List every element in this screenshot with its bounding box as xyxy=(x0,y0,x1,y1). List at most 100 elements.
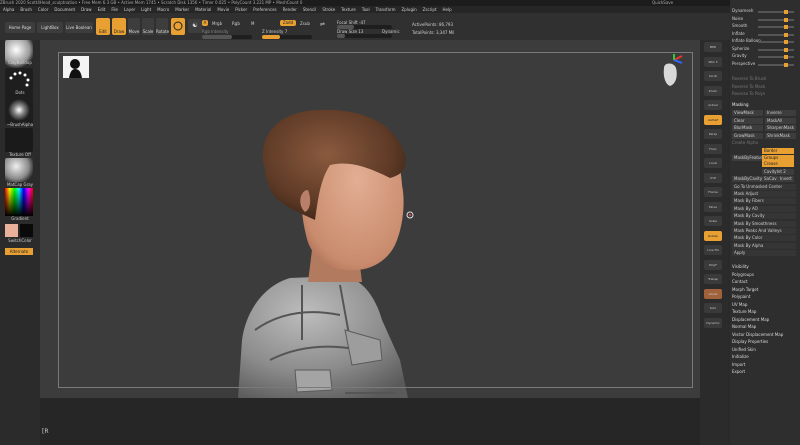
menu-item-document[interactable]: Document xyxy=(54,7,75,12)
shelf-xyz[interactable]: XYZ xyxy=(704,172,722,183)
sharpen-mask-button[interactable]: SharpenMask xyxy=(765,125,796,131)
sync-icon[interactable]: ⇌ xyxy=(320,21,325,28)
menu-item-color[interactable]: Color xyxy=(38,7,48,12)
subpalette-import[interactable]: Import xyxy=(732,362,798,368)
subpalette-vector-displacement-map[interactable]: Vector Displacement Map xyxy=(732,332,798,338)
rotate-button[interactable]: Rotate xyxy=(156,18,169,35)
m-toggle[interactable]: M xyxy=(251,21,254,26)
menu-item-macro[interactable]: Macro xyxy=(157,7,169,12)
shelf-bpr[interactable]: BPR xyxy=(704,42,722,52)
border-button[interactable]: Border xyxy=(762,148,794,154)
zsub-toggle[interactable]: Zsub xyxy=(300,21,310,26)
mask-by-smoothness-button[interactable]: Mask By Smoothness xyxy=(732,220,796,227)
subpalette-normal-map[interactable]: Normal Map xyxy=(732,324,798,330)
mask-by-alpha-button[interactable]: Mask By Alpha xyxy=(732,242,796,249)
menu-item-preferences[interactable]: Preferences xyxy=(253,7,277,12)
shelf-line-fill[interactable]: Line Fill xyxy=(704,245,722,255)
menu-item-light[interactable]: Light xyxy=(141,7,151,12)
shelf-spix-3[interactable]: SPix 3 xyxy=(704,56,722,67)
reverse-to-brush-button[interactable]: Reverse To Brush xyxy=(732,76,798,82)
deformation-dynamesh-slider[interactable] xyxy=(758,10,794,14)
move-button[interactable]: Move xyxy=(128,18,140,35)
shelf-actual[interactable]: Actual xyxy=(704,100,722,110)
reverse-to-polys-button[interactable]: Reverse To Polys xyxy=(732,91,798,97)
navigator-thumbnail[interactable] xyxy=(63,56,89,78)
home-page-button[interactable]: Home Page xyxy=(5,22,35,33)
rgb-toggle[interactable]: Rgb xyxy=(232,21,240,26)
shelf-scale[interactable]: Scale xyxy=(704,216,722,226)
menu-item-alpha[interactable]: Alpha xyxy=(3,7,14,12)
rgb-intensity-slider[interactable] xyxy=(202,35,252,39)
menu-item-stroke[interactable]: Stroke xyxy=(322,7,335,12)
shelf-ghost[interactable]: Ghost xyxy=(704,288,722,299)
shelf-move[interactable]: Move xyxy=(704,201,722,212)
reverse-to-mask-button[interactable]: Reverse To Mask xyxy=(732,84,798,90)
subpalette-morph-target[interactable]: Morph Target xyxy=(732,287,798,293)
shelf-local[interactable]: Local xyxy=(704,158,722,168)
shrink-mask-button[interactable]: ShrinkMask xyxy=(765,132,796,139)
cavity-intensity-slider[interactable]: CavityInt 2 xyxy=(762,169,794,175)
edit-button[interactable]: Edit xyxy=(96,18,110,35)
main-color-swatch[interactable] xyxy=(5,224,18,237)
symmetry-icon-button[interactable] xyxy=(171,18,185,35)
shelf-transp[interactable]: Transp xyxy=(704,274,722,284)
scale-button[interactable]: Scale xyxy=(142,18,154,35)
subpalette-initialize[interactable]: Initialize xyxy=(732,354,798,360)
deformation-smooth-slider[interactable] xyxy=(758,25,794,29)
deformation-inflate-slider[interactable] xyxy=(758,32,794,37)
menu-item-movie[interactable]: Movie xyxy=(217,7,229,12)
masking-section-title[interactable]: Masking xyxy=(732,102,798,108)
menu-item-zplugin[interactable]: Zplugin xyxy=(402,7,417,12)
subpalette-contact[interactable]: Contact xyxy=(732,279,798,285)
mask-by-cavity-button[interactable]: MaskByCavity xyxy=(732,175,762,182)
zadd-button[interactable]: Zadd xyxy=(280,20,296,26)
shelf-frame[interactable]: Frame xyxy=(704,187,722,197)
deformation-perspective-slider[interactable] xyxy=(758,62,794,67)
deformation-gravity-slider[interactable] xyxy=(758,55,794,59)
mask-by-fibers-button[interactable]: Mask By Fibers xyxy=(732,198,796,205)
shelf-polyf[interactable]: PolyF xyxy=(704,259,722,270)
mask-all-button[interactable]: MaskAll xyxy=(765,117,796,124)
mask-by-ao-button[interactable]: Mask By AO xyxy=(732,205,796,212)
menu-item-transform[interactable]: Transform xyxy=(376,7,396,12)
lightbox-button[interactable]: LightBox xyxy=(37,22,63,33)
a-button[interactable]: A xyxy=(202,20,208,26)
alternate-button[interactable]: Alternate xyxy=(5,248,33,255)
shelf-persp[interactable]: Persp xyxy=(704,129,722,139)
apply-button[interactable]: Apply xyxy=(732,250,796,257)
canvas-scroll-handle[interactable] xyxy=(345,392,395,394)
subpalette-export[interactable]: Export xyxy=(732,369,798,375)
subpalette-texture-map[interactable]: Texture Map xyxy=(732,309,798,315)
shelf-scroll[interactable]: Scroll xyxy=(704,71,722,81)
go-to-unmasked-center-button[interactable]: Go To Unmasked Center xyxy=(732,183,796,190)
color-picker[interactable] xyxy=(5,188,33,216)
inverse-button[interactable]: Inverse xyxy=(765,110,796,116)
menu-item-help[interactable]: Help xyxy=(443,7,452,12)
axis-gizmo-icon[interactable] xyxy=(650,54,686,92)
shelf-rotate[interactable]: Rotate xyxy=(704,230,722,241)
menu-item-render[interactable]: Render xyxy=(283,7,297,12)
alpha-thumbnail[interactable] xyxy=(5,96,33,124)
grow-mask-button[interactable]: GrowMask xyxy=(732,132,763,139)
shelf-zoom[interactable]: Zoom xyxy=(704,85,722,96)
texture-thumbnail[interactable] xyxy=(5,128,33,152)
subpalette-polypaint[interactable]: Polypaint xyxy=(732,294,798,300)
menu-item-texture[interactable]: Texture xyxy=(341,7,356,12)
mask-by-feature-button[interactable]: MaskByFeature xyxy=(732,154,762,161)
subpalette-polygroups[interactable]: Polygroups xyxy=(732,272,798,278)
view-mask-button[interactable]: ViewMask xyxy=(732,110,763,116)
create-alpha-button[interactable]: Create Alpha xyxy=(732,140,798,146)
menu-item-marker[interactable]: Marker xyxy=(175,7,189,12)
crease-button[interactable]: Crease xyxy=(762,161,794,167)
shelf-dynamic[interactable]: Dynamic xyxy=(704,317,722,328)
menu-item-brush[interactable]: Brush xyxy=(20,7,32,12)
shelf-aahalf[interactable]: AAHalf xyxy=(704,114,722,125)
clear-mask-button[interactable]: Clear xyxy=(732,117,763,124)
draw-button[interactable]: Draw xyxy=(112,18,126,35)
subpalette-visibility[interactable]: Visibility xyxy=(732,264,798,270)
subpalette-display-properties[interactable]: Display Properties xyxy=(732,339,798,345)
subpalette-unified-skin[interactable]: Unified Skin xyxy=(732,347,798,353)
gyro-icon[interactable]: ☯ xyxy=(188,19,202,33)
material-thumbnail[interactable] xyxy=(5,158,33,182)
groups-button[interactable]: Groups xyxy=(762,154,794,161)
